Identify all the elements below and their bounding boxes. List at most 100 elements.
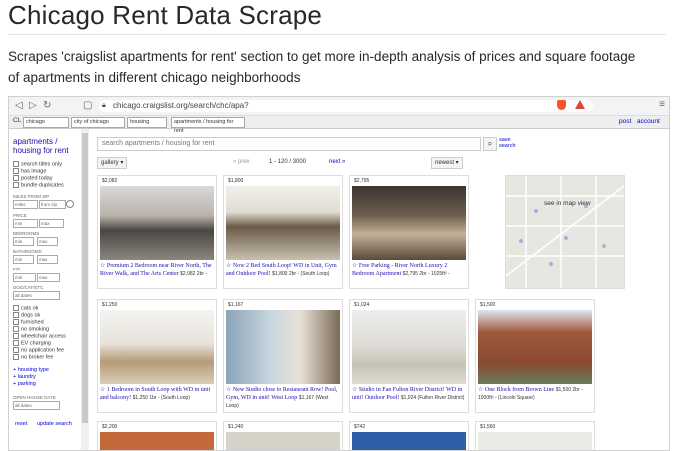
listing-card[interactable]: $742 [349,421,469,450]
check-posted-today[interactable]: posted today [13,175,53,181]
brave-shield-icon[interactable] [557,100,566,110]
listing-title[interactable]: ☆ New Studio close to Restaurant Row! Po… [226,386,340,410]
craigslist-screenshot: ◁ ▷ ↻ ▢ 🔒︎ chicago.craigslist.org/search… [8,96,670,451]
sidebar-scrollbar[interactable] [81,129,89,450]
prev-page-button[interactable]: « prev [233,157,250,167]
search-input[interactable]: search apartments / housing for rent [97,137,481,151]
check-bundle-duplicates[interactable]: bundle duplicates [13,182,64,188]
menu-icon[interactable]: ≡ [659,99,665,110]
amenity-no-broker-fee[interactable]: no broker fee [13,354,53,360]
listing-photo[interactable] [100,310,214,384]
view-mode-select[interactable]: gallery ▾ [97,157,128,169]
amenity-no-smoking[interactable]: no smoking [13,326,49,332]
listing-photo[interactable] [478,310,592,384]
miles-label: MILES FROM ZIP [13,194,50,199]
search-icon[interactable]: ⌕ [483,137,497,151]
listing-photo[interactable] [352,310,466,384]
sqft-max-input[interactable]: max [37,273,60,282]
amenity-no-app-fee[interactable]: no application fee [13,347,64,353]
amenity-ev[interactable]: EV charging [13,340,51,346]
price-min-input[interactable]: min [13,219,38,228]
forward-icon[interactable]: ▷ [29,100,37,112]
listing-card[interactable]: $2,200 [97,421,217,450]
price-tag: $1,560 [478,424,498,430]
save-search-link[interactable]: save search [499,137,521,149]
open-house-select[interactable]: all dates [13,401,60,410]
sidebar-heading[interactable]: apartments / housing for rent [13,137,75,155]
address-bar[interactable]: 🔒︎ chicago.craigslist.org/search/chc/apa… [99,100,593,112]
listing-title[interactable]: ☆ Free Parking - River North Luxury 2 Be… [352,262,466,278]
bedrooms-max-select[interactable]: max [37,237,58,246]
amenity-dogs[interactable]: dogs ok [13,312,40,318]
price-tag: $742 [352,424,368,430]
next-page-button[interactable]: next » [329,157,345,167]
listing-photo[interactable] [478,432,592,450]
price-max-input[interactable]: max [39,219,64,228]
bedrooms-min-select[interactable]: min [13,237,34,246]
scrollbar-thumb[interactable] [82,133,88,423]
listing-photo[interactable] [100,186,214,260]
open-house-label: OPEN HOUSE DATE [13,395,56,400]
map-view-link[interactable]: see in map view [544,200,591,207]
listing-photo[interactable] [100,432,214,450]
listing-title[interactable]: ☆ Studio in Fan Fulton River District! W… [352,386,466,402]
checkbox-icon [13,319,19,325]
listing-title[interactable]: ☆ Now 2 Bed South Loop! WD in Unit, Gym … [226,262,340,278]
listing-card[interactable]: $2,082 ☆ Premium 2 Bedroom near River No… [97,175,217,289]
listing-title[interactable]: ☆ 1 Bedroom in South Loop with WD in uni… [100,386,214,402]
locate-icon[interactable] [66,200,74,208]
amenity-furnished[interactable]: furnished [13,319,44,325]
listing-card[interactable]: $2,795 ☆ Free Parking - River North Luxu… [349,175,469,289]
amenity-wheelchair[interactable]: wheelchair access [13,333,66,339]
account-link[interactable]: account [637,118,660,125]
bedrooms-label: BEDROOMS [13,231,40,236]
checkbox-icon [13,333,19,339]
post-link[interactable]: post [619,118,631,125]
listing-card[interactable]: $1,560 [475,421,595,450]
cl-logo[interactable]: CL [13,117,21,124]
checkbox-icon [13,347,19,353]
expand-parking[interactable]: + parking [13,381,36,387]
reload-icon[interactable]: ↻ [43,100,51,112]
listing-photo[interactable] [352,186,466,260]
listing-card[interactable]: $1,250 ☆ 1 Bedroom in South Loop with WD… [97,299,217,413]
dates-select[interactable]: all dates [13,291,60,300]
map-preview[interactable]: see in map view [505,175,625,289]
check-titles-only[interactable]: search titles only [13,161,62,167]
listing-card[interactable]: $1,024 ☆ Studio in Fan Fulton River Dist… [349,299,469,413]
crumb-area[interactable]: chicago [23,117,69,128]
listing-card[interactable]: $1,167 ☆ New Studio close to Restaurant … [223,299,343,413]
crumb-subarea[interactable]: city of chicago [71,117,125,128]
price-tag: $1,167 [226,302,246,308]
sort-select[interactable]: newest ▾ [431,157,463,169]
miles-input[interactable]: miles [13,200,38,209]
expand-laundry[interactable]: + laundry [13,374,36,380]
bookmark-icon[interactable]: ▢ [83,100,92,112]
expand-housing-type[interactable]: + housing type [13,367,49,373]
url-text: chicago.craigslist.org/search/chc/apa? [113,101,249,110]
zip-input[interactable]: from zip [39,200,66,209]
bathrooms-min-select[interactable]: min [13,255,34,264]
update-search-link[interactable]: update search [37,421,72,427]
listing-card[interactable]: $1,500 ☆ One Block from Brown Line $1,50… [475,299,595,413]
rewards-icon[interactable] [575,100,585,109]
listing-photo[interactable] [226,432,340,450]
crumb-subcategory[interactable]: apartments / housing for rent [171,117,245,134]
reset-link[interactable]: reset [15,421,27,427]
back-icon[interactable]: ◁ [15,100,23,112]
listing-card[interactable]: $1,800 ☆ Now 2 Bed South Loop! WD in Uni… [223,175,343,289]
listing-photo[interactable] [352,432,466,450]
listing-title[interactable]: ☆ One Block from Brown Line $1,500 2br -… [478,386,592,402]
price-tag: $1,800 [226,178,246,184]
listing-card[interactable]: $1,240 [223,421,343,450]
bathrooms-max-select[interactable]: max [37,255,58,264]
amenity-cats[interactable]: cats ok [13,305,38,311]
listing-photo[interactable] [226,186,340,260]
check-has-image[interactable]: has image [13,168,46,174]
sqft-min-input[interactable]: min [13,273,36,282]
readme-description: Scrapes 'craigslist apartments for rent'… [8,49,636,85]
crumb-category[interactable]: housing [127,117,167,128]
checkbox-icon [13,326,19,332]
listing-title[interactable]: ☆ Premium 2 Bedroom near River North, Th… [100,262,214,278]
listing-photo[interactable] [226,310,340,384]
